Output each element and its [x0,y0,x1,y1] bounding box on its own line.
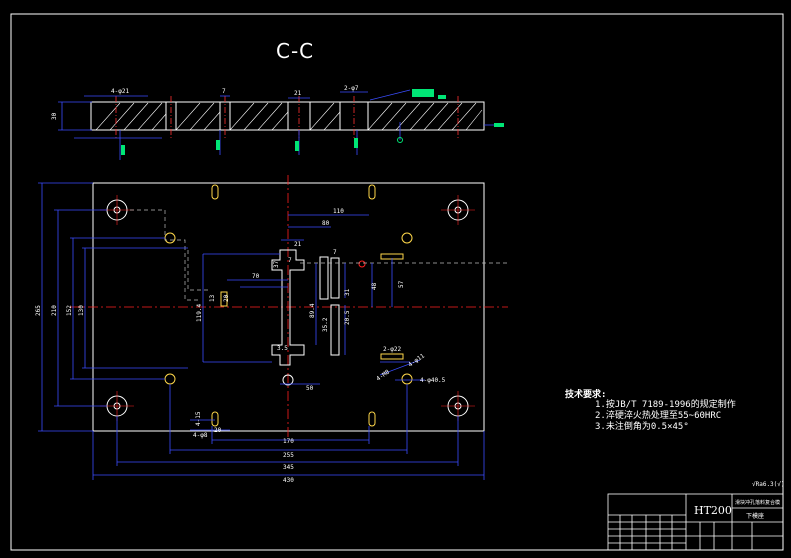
dim-2-phi7: 2-φ7 [344,85,359,92]
roughness-mark: √Ra6.3(√) [752,481,785,488]
dim-70: 70 [252,273,260,280]
dim-4-phi21: 4-φ21 [111,88,129,95]
note-3: 3.未注倒角为0.5×45° [595,420,689,432]
dim-210: 210 [51,305,58,316]
dim-2-phi22: 2-φ22 [383,346,401,353]
dim-depth-20: 20 [214,427,222,434]
dim-35-2: 35.2 [322,317,329,332]
dim-3-5: 3.5 [277,345,288,352]
dim-345: 345 [283,464,294,471]
dim-57: 57 [398,280,405,288]
section-view [58,89,504,160]
dim-50: 50 [306,385,314,392]
dim-110: 110 [333,208,344,215]
dim-4-m8: 4-M8 [375,368,391,382]
dim-21-plan: 21 [294,241,302,248]
dim-7-plan: 7 [333,249,337,256]
plan-view [38,175,508,480]
drawing-name: 滑块冲孔落料复合模 [735,499,780,506]
section-title: C-C [276,39,314,63]
notes-heading: 技术要求: [565,388,606,400]
dim-80: 80 [322,220,330,227]
dim-13: 13 [209,294,216,302]
dim-20: 20 [223,294,230,302]
dim-255: 255 [283,452,294,459]
dim-20-5: 20.5 [344,310,351,325]
note-2: 2.淬硬淬火热处理至55~60HRC [595,409,721,421]
technical-notes: 技术要求: 1.按JB/T 7189-1996的规定制作 2.淬硬淬火热处理至5… [565,388,736,432]
dim-7-section: 7 [222,88,226,95]
dim-170: 170 [283,438,294,445]
dim-4-phi11: 4-φ11 [407,352,426,368]
dim-430: 430 [283,477,294,484]
material-label: HT200 [694,504,732,517]
dim-31: 31 [344,288,351,296]
dim-119-4: 119.4 [196,304,203,322]
cad-drawing-sheet: 4-φ21 7 21 2-φ7 30 C-C 430 345 255 170 5… [10,13,785,551]
dim-21-section: 21 [294,90,302,97]
dim-4-phi40-5: 4-φ40.5 [420,377,446,384]
dim-130: 130 [78,305,85,316]
dim-4-phi8: 4-φ8 [193,432,208,439]
dim-265: 265 [35,305,42,316]
part-name: 下模座 [746,512,764,520]
dim-37: 37 [273,260,280,268]
dim-48: 48 [371,282,378,290]
dim-89-4: 89.4 [309,303,316,318]
note-1: 1.按JB/T 7189-1996的规定制作 [595,398,736,410]
dim-152: 152 [66,305,73,316]
dim-30-section: 30 [51,112,58,120]
dim-depth-7: 7 [288,257,292,264]
dim-4-15: 4-15 [195,411,202,426]
